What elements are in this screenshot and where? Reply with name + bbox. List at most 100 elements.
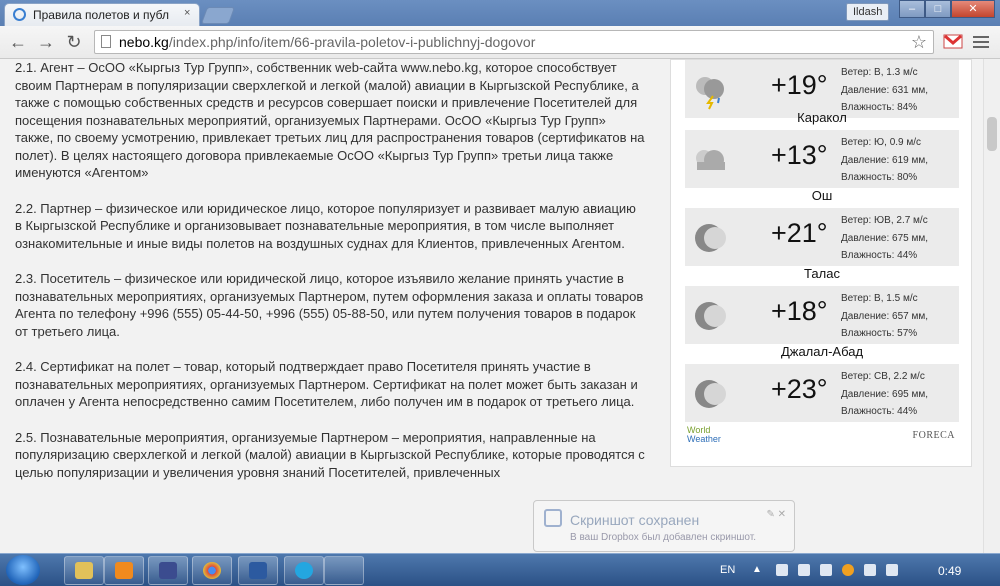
new-tab-button[interactable] bbox=[200, 7, 236, 24]
temperature: +18° bbox=[771, 296, 828, 326]
weather-widget: +19° Ветер: В, 1.3 м/с Давление: 631 мм,… bbox=[670, 59, 972, 467]
taskbar-explorer[interactable] bbox=[64, 556, 104, 585]
show-hidden-icons-icon[interactable]: ▲ bbox=[752, 564, 764, 576]
wind: Ветер: В, 1.5 м/с bbox=[841, 293, 918, 304]
browser-toolbar: ← → ↻ nebo.kg/index.php/info/item/66-pra… bbox=[0, 26, 1000, 59]
pressure: Давление: 657 мм, bbox=[841, 310, 929, 322]
city-name: Талас bbox=[804, 266, 840, 281]
page-content: 2.1. Агент – ОсОО «Кыргыз Тур Групп», со… bbox=[0, 59, 1000, 553]
maximize-button[interactable]: □ bbox=[925, 0, 951, 18]
media-player-icon bbox=[115, 562, 133, 579]
thunderstorm-icon bbox=[696, 77, 724, 110]
skype-icon bbox=[295, 562, 313, 579]
word-icon bbox=[249, 562, 267, 579]
tab-close-icon[interactable]: × bbox=[184, 7, 190, 19]
weather-details: Ветер: ЮВ, 2.7 м/с Давление: 675 мм, Вла… bbox=[841, 212, 928, 265]
weather-details: Ветер: Ю, 0.9 м/с Давление: 619 мм, Влаж… bbox=[841, 134, 928, 187]
taskbar-chrome[interactable] bbox=[192, 556, 232, 585]
scrollbar-thumb[interactable] bbox=[987, 117, 997, 151]
chrome-menu-icon[interactable] bbox=[973, 36, 989, 50]
foreca-logo[interactable]: FORECA bbox=[913, 430, 955, 441]
humidity: Влажность: 44% bbox=[841, 406, 918, 417]
city-name: Ош bbox=[811, 188, 833, 203]
page-icon bbox=[101, 35, 111, 48]
weather-details: Ветер: В, 1.5 м/с Давление: 657 мм, Влаж… bbox=[841, 290, 928, 343]
weather-footer: World Weather FORECA bbox=[685, 426, 959, 444]
moon-icon bbox=[695, 380, 726, 408]
floppy-icon bbox=[159, 562, 177, 579]
weather-details: Ветер: В, 1.3 м/с Давление: 631 мм, Влаж… bbox=[841, 64, 928, 117]
update-tray-icon[interactable] bbox=[842, 564, 854, 576]
weather-details: Ветер: СВ, 2.2 м/с Давление: 695 мм, Вла… bbox=[841, 368, 928, 421]
paragraph: 2.5. Познавательные мероприятия, организ… bbox=[15, 429, 645, 480]
taskbar-word[interactable] bbox=[238, 556, 278, 585]
taskbar-save-app[interactable] bbox=[148, 556, 188, 585]
temperature: +19° bbox=[771, 70, 828, 100]
city-name: Каракол bbox=[797, 110, 847, 125]
notification-body: В ваш Dropbox был добавлен скриншот. bbox=[570, 532, 757, 543]
language-indicator[interactable]: EN bbox=[720, 564, 735, 576]
start-button[interactable] bbox=[6, 555, 40, 585]
signal-icon[interactable] bbox=[864, 564, 876, 576]
weather-row: +23° Ветер: СВ, 2.2 м/с Давление: 695 мм… bbox=[685, 364, 959, 422]
gmail-icon[interactable] bbox=[943, 33, 963, 49]
dropbox-notification[interactable]: Скриншот сохранен В ваш Dropbox был доба… bbox=[533, 500, 795, 552]
windows-taskbar: EN ▲ 0:49 bbox=[0, 553, 1000, 586]
paragraph: 2.4. Сертификат на полет – товар, которы… bbox=[15, 359, 638, 409]
weather-row: +21° Ветер: ЮВ, 2.7 м/с Давление: 675 мм… bbox=[685, 208, 959, 266]
forward-button[interactable]: → bbox=[36, 32, 56, 52]
humidity: Влажность: 80% bbox=[841, 172, 918, 183]
paragraph: 2.3. Посетитель – физическое или юридиче… bbox=[15, 271, 644, 339]
user-profile-button[interactable]: Ildash bbox=[846, 3, 890, 21]
paragraph: 2.2. Партнер – физическое или юридическо… bbox=[15, 200, 636, 251]
dropbox-icon bbox=[544, 509, 562, 527]
humidity: Влажность: 57% bbox=[841, 328, 918, 339]
chrome-icon bbox=[203, 562, 221, 579]
browser-tab[interactable]: Правила полетов и публ × bbox=[4, 3, 200, 26]
chrome-loading-icon bbox=[13, 8, 26, 21]
taskbar-empty-slot[interactable] bbox=[324, 556, 364, 585]
weather-row: +13° Ветер: Ю, 0.9 м/с Давление: 619 мм,… bbox=[685, 130, 959, 188]
wind: Ветер: В, 1.3 м/с bbox=[841, 67, 918, 78]
notification-close-icon[interactable]: ✎ ✕ bbox=[766, 509, 786, 520]
pressure: Давление: 675 мм, bbox=[841, 232, 929, 244]
temperature: +23° bbox=[771, 374, 828, 404]
temperature: +21° bbox=[771, 218, 828, 248]
paragraph: 2.1. Агент – ОсОО «Кыргыз Тур Групп», со… bbox=[15, 60, 645, 180]
wind: Ветер: СВ, 2.2 м/с bbox=[841, 371, 925, 382]
folder-icon bbox=[75, 562, 93, 579]
page-scrollbar[interactable] bbox=[983, 59, 1000, 553]
notification-title: Скриншот сохранен bbox=[570, 512, 700, 528]
flag-icon[interactable] bbox=[886, 564, 898, 576]
url-host: nebo.kg bbox=[119, 34, 169, 50]
cloudy-icon bbox=[696, 150, 725, 170]
wind: Ветер: Ю, 0.9 м/с bbox=[841, 137, 922, 148]
moon-icon bbox=[695, 302, 726, 330]
clock[interactable]: 0:49 bbox=[938, 564, 961, 578]
article-text: 2.1. Агент – ОсОО «Кыргыз Тур Групп», со… bbox=[15, 59, 645, 499]
reload-button[interactable]: ↻ bbox=[64, 32, 84, 52]
volume-icon[interactable] bbox=[820, 564, 832, 576]
close-window-button[interactable]: ✕ bbox=[951, 0, 995, 18]
back-button[interactable]: ← bbox=[8, 32, 28, 52]
pressure: Давление: 695 мм, bbox=[841, 388, 929, 400]
url-text[interactable]: nebo.kg/index.php/info/item/66-pravila-p… bbox=[119, 34, 535, 50]
bookmark-star-icon[interactable]: ☆ bbox=[911, 32, 927, 53]
humidity: Влажность: 44% bbox=[841, 250, 918, 261]
minimize-button[interactable]: – bbox=[899, 0, 925, 18]
worldweather-logo[interactable]: World Weather bbox=[687, 426, 721, 444]
taskbar-skype[interactable] bbox=[284, 556, 324, 585]
address-bar[interactable]: nebo.kg/index.php/info/item/66-pravila-p… bbox=[94, 30, 934, 54]
moon-icon bbox=[695, 224, 726, 252]
temperature: +13° bbox=[771, 140, 828, 170]
wind: Ветер: ЮВ, 2.7 м/с bbox=[841, 215, 928, 226]
pressure: Давление: 619 мм, bbox=[841, 154, 929, 166]
dropbox-tray-icon[interactable] bbox=[776, 564, 788, 576]
logo-text-weather: Weather bbox=[687, 434, 721, 444]
city-name: Джалал-Абад bbox=[780, 344, 864, 359]
pressure: Давление: 631 мм, bbox=[841, 84, 929, 96]
taskbar-media-player[interactable] bbox=[104, 556, 144, 585]
browser-titlebar: Правила полетов и публ × Ildash – □ ✕ bbox=[0, 0, 1000, 26]
tab-title: Правила полетов и публ bbox=[33, 8, 169, 22]
network-tray-icon[interactable] bbox=[798, 564, 810, 576]
